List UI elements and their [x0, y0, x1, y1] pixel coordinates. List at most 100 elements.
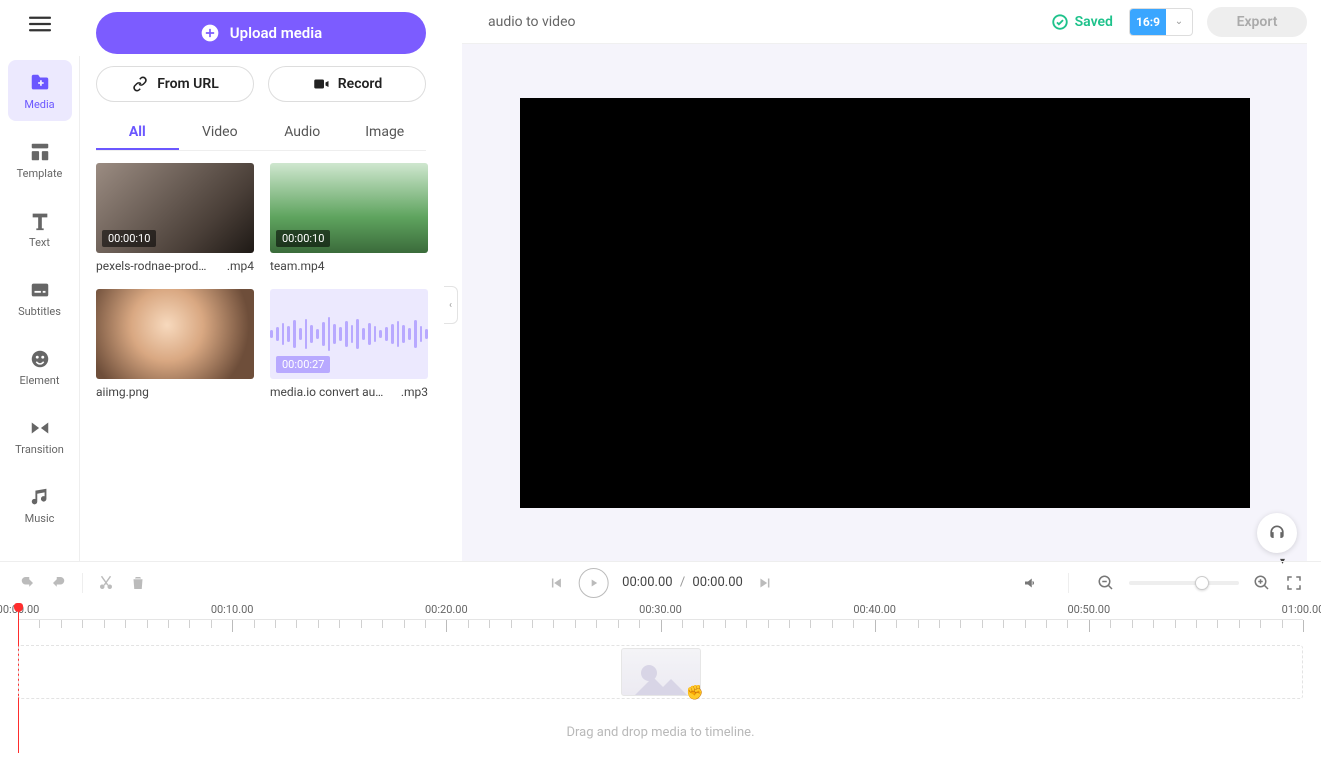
sidebar-item-media[interactable]: Media: [8, 60, 72, 121]
divider: [82, 573, 83, 593]
menu-button[interactable]: [0, 13, 80, 35]
media-thumbnail: [96, 289, 254, 379]
timeline-tracks[interactable]: ✊ Drag and drop media to timeline.: [18, 645, 1303, 753]
from-url-button[interactable]: From URL: [96, 66, 254, 102]
plus-circle-icon: [200, 23, 220, 43]
current-time: 00:00.00: [622, 575, 672, 590]
grab-cursor-icon: ✊: [686, 685, 703, 701]
upload-label: Upload media: [230, 24, 322, 42]
media-thumbnail: 00:00:27: [270, 289, 428, 379]
saved-status: Saved: [1051, 13, 1113, 31]
ruler-label: 01:00.00: [1282, 603, 1321, 616]
headset-icon: [1267, 523, 1287, 543]
play-button[interactable]: [578, 568, 608, 598]
media-item[interactable]: 00:00:10 team.mp4: [270, 163, 428, 273]
zoom-thumb[interactable]: [1195, 576, 1209, 590]
divider: [1068, 573, 1069, 593]
sidebar-item-transition[interactable]: Transition: [8, 405, 72, 466]
video-track[interactable]: ✊: [18, 645, 1303, 699]
zoom-in-button[interactable]: [1253, 574, 1271, 592]
upload-media-button[interactable]: Upload media: [96, 12, 426, 54]
sidebar-item-element[interactable]: Element: [8, 336, 72, 397]
project-title[interactable]: audio to video: [488, 14, 575, 30]
media-filename: aiimg.png: [96, 385, 250, 399]
fit-screen-button[interactable]: [1285, 574, 1303, 592]
tab-image[interactable]: Image: [344, 116, 427, 150]
aspect-ratio-select[interactable]: 16:9 ⌄: [1129, 8, 1193, 36]
support-button[interactable]: [1257, 513, 1297, 553]
sidebar-label: Text: [29, 236, 50, 249]
export-button[interactable]: Export: [1207, 7, 1307, 37]
sidebar-label: Music: [25, 512, 55, 525]
sidebar-label: Transition: [15, 443, 64, 456]
next-frame-button[interactable]: [757, 574, 775, 592]
zoom-slider[interactable]: [1129, 581, 1239, 585]
element-icon: [29, 348, 51, 370]
media-panel: Upload media From URL Record All Video A…: [96, 12, 446, 561]
image-placeholder-icon: [631, 661, 691, 695]
tab-audio[interactable]: Audio: [261, 116, 344, 150]
preview-area: ▾: [462, 44, 1307, 561]
from-url-label: From URL: [157, 76, 219, 92]
media-thumbnail: 00:00:10: [96, 163, 254, 253]
sidebar-label: Subtitles: [18, 305, 61, 318]
duration-badge: 00:00:27: [276, 356, 330, 373]
volume-button[interactable]: [1022, 574, 1040, 592]
media-tabs: All Video Audio Image: [96, 116, 426, 151]
media-thumbnail: 00:00:10: [270, 163, 428, 253]
media-item[interactable]: aiimg.png: [96, 289, 254, 399]
cut-button[interactable]: [97, 574, 115, 592]
media-filename: pexels-rodnae-prod…: [96, 259, 223, 273]
media-filename: media.io convert au…: [270, 385, 397, 399]
panel-collapse-handle[interactable]: ‹: [444, 286, 458, 324]
zoom-out-button[interactable]: [1097, 574, 1115, 592]
sidebar-item-template[interactable]: Template: [8, 129, 72, 190]
drop-hint: Drag and drop media to timeline.: [566, 725, 754, 740]
text-icon: [29, 210, 51, 232]
link-icon: [131, 75, 149, 93]
template-icon: [29, 141, 51, 163]
sidebar-label: Template: [17, 167, 63, 180]
subtitles-icon: [29, 279, 51, 301]
ruler-label: 00:50.00: [1067, 603, 1110, 616]
hamburger-icon: [29, 13, 51, 35]
undo-button[interactable]: [18, 574, 36, 592]
chevron-down-icon: ⌄: [1166, 16, 1192, 27]
media-drop-placeholder[interactable]: ✊: [621, 648, 701, 696]
saved-label: Saved: [1075, 14, 1113, 30]
sidebar-item-subtitles[interactable]: Subtitles: [8, 267, 72, 328]
aspect-value: 16:9: [1130, 9, 1166, 35]
media-ext: .mp4: [227, 259, 254, 273]
video-canvas[interactable]: [520, 98, 1250, 508]
ruler-label: 00:40.00: [853, 603, 896, 616]
sidebar-item-music[interactable]: Music: [8, 474, 72, 535]
timecode: 00:00.00 / 00:00.00: [622, 575, 743, 590]
media-item[interactable]: 00:00:27 media.io convert au… .mp3: [270, 289, 428, 399]
music-icon: [29, 486, 51, 508]
hint-track: Drag and drop media to timeline.: [18, 705, 1303, 759]
total-time: 00:00.00: [692, 575, 742, 590]
media-grid: 00:00:10 pexels-rodnae-prod… .mp4 00:00:1…: [96, 163, 436, 399]
sidebar-label: Media: [24, 98, 54, 111]
sidebar-item-text[interactable]: Text: [8, 198, 72, 259]
timeline-toolbar: 00:00.00 / 00:00.00: [0, 561, 1321, 603]
delete-button[interactable]: [129, 574, 147, 592]
ruler-label: 00:10.00: [211, 603, 254, 616]
duration-badge: 00:00:10: [102, 230, 156, 247]
timeline-ruler[interactable]: 00:00.0000:10.0000:20.0000:30.0000:40.00…: [18, 603, 1303, 643]
left-sidebar: Media Template Text Subtitles Element Tr…: [0, 56, 80, 561]
check-circle-icon: [1051, 13, 1069, 31]
play-icon: [587, 577, 599, 589]
ruler-label: 00:20.00: [425, 603, 468, 616]
record-label: Record: [338, 76, 382, 92]
tab-video[interactable]: Video: [179, 116, 262, 150]
media-item[interactable]: 00:00:10 pexels-rodnae-prod… .mp4: [96, 163, 254, 273]
record-button[interactable]: Record: [268, 66, 426, 102]
media-filename: team.mp4: [270, 259, 424, 273]
media-ext: .mp3: [401, 385, 428, 399]
prev-frame-button[interactable]: [546, 574, 564, 592]
playback-controls: 00:00.00 / 00:00.00: [546, 568, 775, 598]
sidebar-label: Element: [20, 374, 60, 387]
tab-all[interactable]: All: [96, 116, 179, 150]
redo-button[interactable]: [50, 574, 68, 592]
